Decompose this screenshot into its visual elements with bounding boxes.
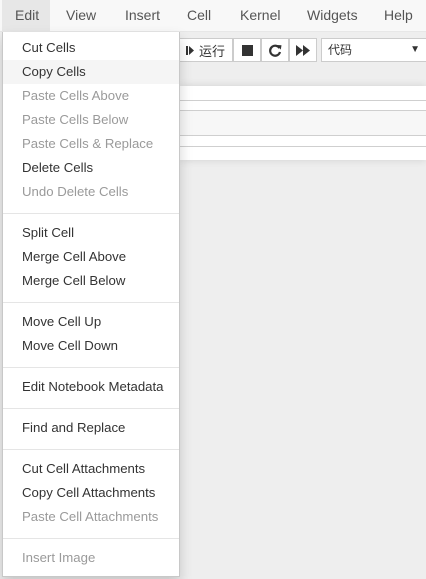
restart-run-all-button[interactable] <box>289 38 317 62</box>
menu-view[interactable]: View <box>66 0 96 32</box>
menu-item-find-and-replace[interactable]: Find and Replace <box>3 416 179 440</box>
menu-item-merge-cell-above[interactable]: Merge Cell Above <box>3 245 179 269</box>
fast-forward-icon <box>296 44 310 56</box>
menu-item-split-cell[interactable]: Split Cell <box>3 221 179 245</box>
code-cell[interactable] <box>180 110 426 136</box>
menu-edit[interactable]: Edit <box>2 0 50 32</box>
menu-item-paste-cell-attachments[interactable]: Paste Cell Attachments <box>3 505 179 529</box>
refresh-icon <box>268 44 282 57</box>
menu-help[interactable]: Help <box>384 0 413 32</box>
menu-item-move-cell-down[interactable]: Move Cell Down <box>3 334 179 358</box>
cell-type-value: 代码 <box>328 43 353 57</box>
menu-item-edit-notebook-metadata[interactable]: Edit Notebook Metadata <box>3 375 179 399</box>
menu-item-delete-cells[interactable]: Delete Cells <box>3 156 179 180</box>
menu-item-copy-cell-attachments[interactable]: Copy Cell Attachments <box>3 481 179 505</box>
menu-divider <box>3 367 179 368</box>
stop-icon <box>241 44 253 56</box>
edit-menu-dropdown: Cut Cells Copy Cells Paste Cells Above P… <box>2 32 180 577</box>
menu-item-copy-cells[interactable]: Copy Cells <box>3 60 179 84</box>
menu-item-cut-cell-attachments[interactable]: Cut Cell Attachments <box>3 457 179 481</box>
menu-widgets[interactable]: Widgets <box>307 0 358 32</box>
cell-border-top <box>180 100 426 101</box>
menu-divider <box>3 408 179 409</box>
menu-insert[interactable]: Insert <box>125 0 160 32</box>
cell-type-select[interactable]: 代码 ▼ <box>321 38 426 62</box>
cell-border-bottom <box>180 146 426 147</box>
restart-kernel-button[interactable] <box>261 38 289 62</box>
menu-cell[interactable]: Cell <box>187 0 211 32</box>
menu-item-undo-delete-cells[interactable]: Undo Delete Cells <box>3 180 179 204</box>
run-label: 运行 <box>198 43 225 59</box>
menu-divider <box>3 449 179 450</box>
run-button[interactable]: 运行 <box>178 38 233 62</box>
menu-item-paste-cells-below[interactable]: Paste Cells Below <box>3 108 179 132</box>
menu-item-move-cell-up[interactable]: Move Cell Up <box>3 310 179 334</box>
menu-item-merge-cell-below[interactable]: Merge Cell Below <box>3 269 179 293</box>
menu-item-paste-cells-replace[interactable]: Paste Cells & Replace <box>3 132 179 156</box>
menu-kernel[interactable]: Kernel <box>240 0 280 32</box>
caret-down-icon: ▼ <box>410 44 420 55</box>
menu-divider <box>3 213 179 214</box>
menu-divider <box>3 538 179 539</box>
step-forward-icon <box>185 45 195 56</box>
interrupt-kernel-button[interactable] <box>233 38 261 62</box>
menubar: Edit View Insert Cell Kernel Widgets Hel… <box>0 0 426 32</box>
menu-item-paste-cells-above[interactable]: Paste Cells Above <box>3 84 179 108</box>
menu-divider <box>3 302 179 303</box>
menu-item-cut-cells[interactable]: Cut Cells <box>3 36 179 60</box>
menu-item-insert-image[interactable]: Insert Image <box>3 546 179 570</box>
